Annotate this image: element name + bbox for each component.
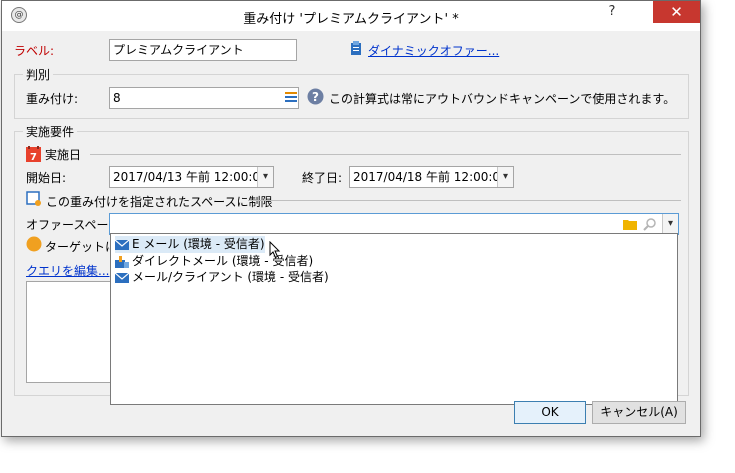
dialog-window: @ 重み付け 'プレミアムクライアント' * ? ✕ ラベル: プレミアムクライ… (1, 0, 701, 437)
start-date-dropdown-icon[interactable]: ▾ (257, 167, 273, 187)
title-bar[interactable]: @ 重み付け 'プレミアムクライアント' * ? ✕ (2, 1, 700, 31)
weight-label: 重み付け: (26, 92, 79, 106)
start-date-label: 開始日: (26, 171, 67, 185)
judgement-group-title: 判別 (23, 66, 54, 83)
requirements-group-title: 実施要件 (23, 123, 78, 140)
dropdown-item-direct-mail[interactable]: ダイレクトメール (環境 - 受信者) (115, 253, 313, 270)
ok-button[interactable]: OK (514, 401, 586, 424)
help-button[interactable]: ? (595, 1, 629, 23)
email-icon (115, 272, 129, 283)
folder-icon[interactable] (623, 218, 637, 230)
end-date-label: 終了日: (302, 171, 343, 185)
calendar-day: 7 (30, 152, 37, 162)
dropdown-item-label: ダイレクトメール (環境 - 受信者) (132, 254, 314, 268)
cancel-button[interactable]: キャンセル(A) (592, 401, 686, 424)
help-info-icon: ? (307, 88, 324, 105)
svg-text:?: ? (312, 90, 319, 104)
dropdown-item-label: メール/クライアント (環境 - 受信者) (132, 270, 329, 284)
target-circle-icon (26, 236, 42, 252)
edit-query-link[interactable]: クエリを編集... (26, 262, 109, 279)
end-date-value: 2017/04/18 午前 12:00:00 (353, 170, 508, 184)
label-input[interactable]: プレミアムクライアント (109, 39, 297, 61)
restrict-divider (248, 200, 681, 201)
clipboard-icon (351, 41, 361, 55)
offer-space-dropdown-icon[interactable]: ▾ (662, 214, 678, 234)
search-icon[interactable] (643, 217, 657, 231)
start-date-value: 2017/04/13 午前 12:00:00 (113, 170, 268, 184)
end-date-input[interactable]: 2017/04/18 午前 12:00:00 ▾ (349, 166, 514, 188)
close-button[interactable]: ✕ (653, 1, 700, 23)
expression-editor-icon[interactable] (285, 91, 297, 103)
space-restriction-icon (26, 191, 41, 206)
query-preview-box (26, 281, 111, 383)
offer-space-dropdown-list: E メール (環境 - 受信者) ダイレクトメール (環境 - 受信者) メール… (110, 233, 678, 405)
dropdown-item-email[interactable]: E メール (環境 - 受信者) (115, 236, 265, 253)
label-field-label: ラベル: (14, 44, 55, 58)
dynamic-offer-link[interactable]: ダイナミックオファー... (368, 42, 499, 59)
calendar-icon: 7 (26, 146, 41, 162)
mouse-cursor-icon (269, 241, 281, 259)
dropdown-item-label: E メール (環境 - 受信者) (132, 237, 265, 251)
weight-input[interactable]: 8 (109, 87, 299, 109)
execution-date-title: 実施日 (45, 148, 82, 162)
end-date-dropdown-icon[interactable]: ▾ (497, 167, 513, 187)
direct-mail-icon (115, 255, 129, 268)
offer-space-input[interactable]: ▾ (109, 213, 679, 235)
start-date-input[interactable]: 2017/04/13 午前 12:00:00 ▾ (109, 166, 274, 188)
weight-info-text: この計算式は常にアウトバウンドキャンペーンで使用されます。 (329, 92, 676, 106)
restrict-space-label: この重み付けを指定されたスペースに制限 (46, 195, 273, 209)
dropdown-item-mail-client[interactable]: メール/クライアント (環境 - 受信者) (115, 269, 329, 286)
email-icon (115, 239, 129, 250)
section-divider (90, 154, 681, 155)
